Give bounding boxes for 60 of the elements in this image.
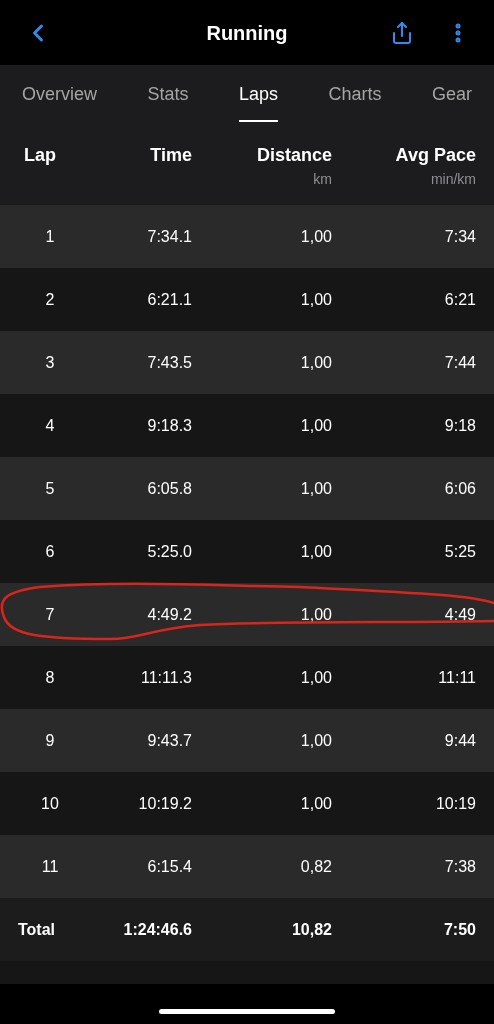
lap-pace: 7:44 xyxy=(444,352,476,373)
column-header: Lap xyxy=(24,144,56,167)
total-distance: 10,82 xyxy=(291,919,332,940)
lap-distance: 1,00 xyxy=(300,478,332,499)
lap-distance: 1,00 xyxy=(300,289,332,310)
lap-pace: 10:19 xyxy=(435,793,476,814)
lap-distance: 0,82 xyxy=(300,856,332,877)
lap-time: 10:19.2 xyxy=(138,793,192,814)
lap-pace: 6:06 xyxy=(444,478,476,499)
tab[interactable]: Gear xyxy=(431,65,472,122)
lap-distance: 1,00 xyxy=(300,667,332,688)
lap-time: 6:15.4 xyxy=(147,856,192,877)
lap-number: 11 xyxy=(41,856,60,877)
lap-pace: 9:18 xyxy=(444,415,476,436)
lap-time: 5:25.0 xyxy=(147,541,192,562)
tab[interactable]: Overview xyxy=(22,65,97,122)
lap-time: 7:43.5 xyxy=(147,352,192,373)
lap-number: 9 xyxy=(45,730,56,751)
lap-number: 10 xyxy=(41,793,60,814)
column-header: Time xyxy=(150,144,192,167)
lap-pace: 9:44 xyxy=(444,730,476,751)
total-pace: 7:50 xyxy=(443,919,476,940)
tab[interactable]: Charts xyxy=(328,65,382,122)
column-header: Avg Pace xyxy=(395,144,476,167)
lap-number: 5 xyxy=(45,478,56,499)
lap-distance: 1,00 xyxy=(300,793,332,814)
lap-distance: 1,00 xyxy=(300,541,332,562)
lap-time: 7:34.1 xyxy=(147,226,192,247)
lap-time: 9:43.7 xyxy=(147,730,192,751)
lap-distance: 1,00 xyxy=(300,604,332,625)
lap-pace: 11:11 xyxy=(438,667,476,688)
lap-number: 7 xyxy=(45,604,56,625)
lap-number: 6 xyxy=(45,541,56,562)
total-time: 1:24:46.6 xyxy=(123,919,192,940)
lap-number: 1 xyxy=(45,226,56,247)
lap-pace: 4:49 xyxy=(444,604,476,625)
lap-pace: 7:34 xyxy=(444,226,476,247)
lap-distance: 1,00 xyxy=(300,352,332,373)
lap-number: 3 xyxy=(45,352,56,373)
column-unit: km xyxy=(313,170,332,189)
lap-time: 9:18.3 xyxy=(147,415,192,436)
lap-time: 4:49.2 xyxy=(147,604,192,625)
page-title: Running xyxy=(206,20,288,46)
lap-time: 6:21.1 xyxy=(147,289,192,310)
lap-number: 4 xyxy=(45,415,56,436)
lap-number: 8 xyxy=(45,667,56,688)
column-header: Distance xyxy=(256,144,332,167)
lap-distance: 1,00 xyxy=(300,226,332,247)
lap-number: 2 xyxy=(45,289,56,310)
lap-distance: 1,00 xyxy=(300,415,332,436)
lap-pace: 7:38 xyxy=(444,856,476,877)
column-unit: min/km xyxy=(430,170,476,189)
lap-distance: 1,00 xyxy=(300,730,332,751)
share-icon[interactable] xyxy=(390,20,414,45)
lap-time: 11:11.3 xyxy=(141,667,192,688)
total-label: Total xyxy=(18,919,56,940)
lap-pace: 6:21 xyxy=(444,289,476,310)
lap-pace: 5:25 xyxy=(444,541,476,562)
tab[interactable]: Stats xyxy=(147,65,189,122)
lap-time: 6:05.8 xyxy=(147,478,192,499)
